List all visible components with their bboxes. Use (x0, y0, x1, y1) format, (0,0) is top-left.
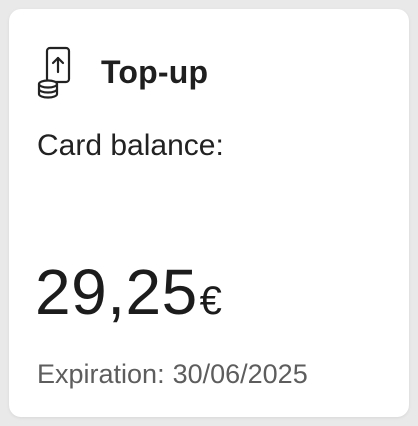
topup-card[interactable]: Top-up Card balance: 29,25 € Expiration:… (9, 9, 409, 417)
phone-topup-coins-icon (37, 46, 71, 99)
expiration-label: Expiration: (37, 359, 165, 389)
card-title: Top-up (101, 53, 209, 90)
balance-amount: 29,25 € (35, 255, 222, 329)
balance-label: Card balance: (37, 129, 224, 162)
currency-symbol: € (199, 279, 222, 323)
balance-value: 29,25 (35, 256, 198, 328)
expiration-info: Expiration: 30/06/2025 (37, 359, 308, 390)
card-header: Top-up (37, 39, 208, 105)
expiration-date: 30/06/2025 (172, 359, 308, 389)
